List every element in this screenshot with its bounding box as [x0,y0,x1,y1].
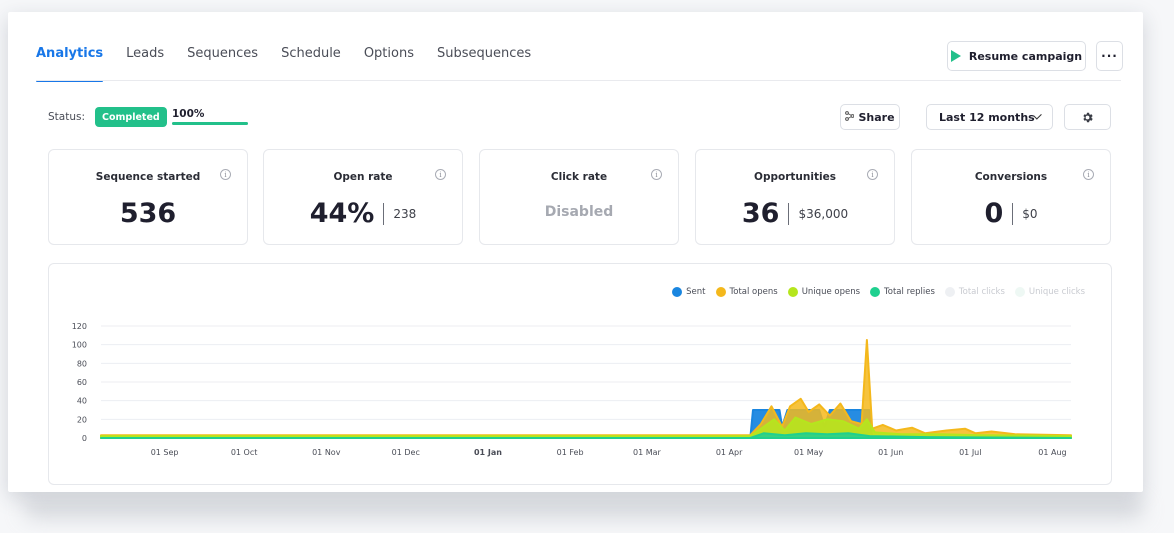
more-options-button[interactable]: ··· [1096,41,1123,71]
x-tick-label: 01 Feb [557,448,584,457]
stat-card-click-rate: Click rate i Disabled [479,149,679,245]
resume-campaign-button[interactable]: Resume campaign [947,41,1086,71]
resume-campaign-label: Resume campaign [968,49,1083,63]
stat-value: Disabled [544,204,614,220]
stat-value-row: 36 $36,000 [696,198,894,229]
y-tick-label: 100 [72,341,87,350]
share-button[interactable]: Share [840,104,900,130]
activity-chart-card: 0 20 40 60 80 100 120 01 Sep 01 Oct 01 Nov 01 Dec 0… [48,263,1112,485]
stat-value: 44% [309,198,375,229]
settings-button[interactable] [1064,104,1111,130]
share-label: Share [858,110,895,124]
date-range-select[interactable]: Last 12 months [926,104,1053,130]
info-icon[interactable]: i [867,169,878,180]
progress-fill [172,122,248,125]
legend-dot [715,287,726,297]
stat-divider [788,202,790,225]
y-tick-label: 120 [72,322,87,331]
stat-card-sequence-started: Sequence started i 536 [48,149,248,245]
stat-card-conversions: Conversions i 0 $0 [911,149,1111,245]
stat-title: Click rate [550,171,608,183]
date-range-label: Last 12 months [939,110,1035,124]
legend-dot [944,287,955,297]
stat-card-open-rate: Open rate i 44% 238 [263,149,463,245]
stat-value: 536 [119,198,177,229]
stat-divider [383,202,385,225]
x-tick-label: 01 Aug [1038,448,1066,457]
stat-value-row: 44% 238 [264,198,462,229]
legend-dot [672,287,683,297]
stat-value-row: Disabled [480,198,678,220]
y-tick-label: 40 [77,397,87,406]
campaign-analytics-panel: Analytics Leads Sequences Schedule Optio… [8,12,1143,492]
tab-options[interactable]: Options [364,46,414,82]
tab-leads[interactable]: Leads [126,46,164,82]
series-area-total-opens[interactable] [100,339,1072,439]
info-icon[interactable]: i [435,169,446,180]
gear-icon [1083,112,1093,122]
tab-divider [36,80,1121,81]
y-tick-label: 20 [77,415,87,424]
legend-label: Unique clicks [1028,287,1085,297]
page-shadow [24,500,1144,518]
stat-title: Opportunities [754,171,836,183]
x-tick-label: 01 Apr [716,448,743,457]
legend-dot [1014,287,1025,297]
x-tick-label: 01 Jan [474,448,502,457]
stat-value-row: 0 $0 [912,198,1110,229]
x-tick-label: 01 Dec [392,448,420,457]
stat-title: Conversions [974,171,1048,183]
legend-label: Total opens [729,287,778,297]
share-icon [845,110,855,124]
stat-divider [1012,202,1014,225]
x-tick-label: 01 Jul [959,448,981,457]
legend-item-total-clicks[interactable]: Total clicks [944,287,1005,297]
tab-subsequences[interactable]: Subsequences [437,46,531,82]
stat-value: 0 [984,198,1004,229]
play-icon [950,50,961,62]
info-icon[interactable]: i [220,169,231,180]
stat-sub-value: $36,000 [798,206,849,221]
x-tick-label: 01 Jun [878,448,903,457]
progress-bar [172,122,248,125]
legend-label: Total replies [884,287,935,297]
tab-sequences[interactable]: Sequences [187,46,258,82]
legend-item-unique-clicks[interactable]: Unique clicks [1014,287,1085,297]
stat-value-row: 536 [49,198,247,229]
tab-bar: Analytics Leads Sequences Schedule Optio… [36,46,554,82]
stat-card-opportunities: Opportunities i 36 $36,000 [695,149,895,245]
y-tick-label: 0 [82,434,87,443]
stat-sub-value: $0 [1022,206,1038,221]
stat-title: Open rate [333,171,393,183]
status-label: Status: [48,111,85,123]
x-tick-label: 01 Nov [312,448,341,457]
tab-analytics[interactable]: Analytics [36,46,104,82]
stat-value: 36 [741,198,780,229]
activity-chart: 0 20 40 60 80 100 120 01 Sep 01 Oct 01 Nov 01 Dec 0… [72,322,1072,457]
legend-label: Sent [686,287,706,297]
x-tick-label: 01 Oct [231,448,258,457]
x-tick-label: 01 Mar [633,448,662,457]
chart-legend: Sent Total opens Unique opens Total repl… [672,287,1085,297]
legend-dot [787,287,798,297]
legend-item-unique-opens[interactable]: Unique opens [787,287,861,297]
x-tick-label: 01 Sep [151,448,179,457]
progress-value: 100% [172,108,205,120]
info-icon[interactable]: i [651,169,662,180]
tab-schedule[interactable]: Schedule [281,46,341,82]
legend-item-sent[interactable]: Sent [672,287,706,297]
more-icon: ··· [1101,49,1118,63]
y-tick-label: 60 [77,378,87,387]
status-badge: Completed [95,107,167,127]
legend-item-total-replies[interactable]: Total replies [870,287,935,297]
x-tick-label: 01 May [794,448,824,457]
stat-sub-value: 238 [393,206,417,221]
info-icon[interactable]: i [1083,169,1094,180]
legend-label: Unique opens [801,287,861,297]
legend-dot [870,287,881,297]
y-tick-label: 80 [77,359,87,368]
legend-item-total-opens[interactable]: Total opens [715,287,778,297]
legend-label: Total clicks [958,287,1005,297]
stat-title: Sequence started [95,171,201,183]
